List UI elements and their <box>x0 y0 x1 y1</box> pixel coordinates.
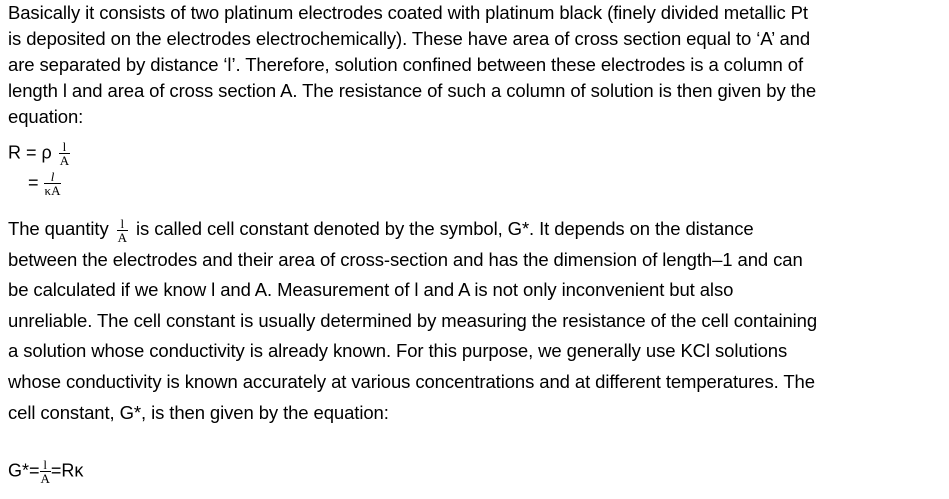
fraction-denominator: A <box>117 229 127 245</box>
fraction: l A <box>116 217 128 245</box>
equation-lhs: R = ρ <box>8 142 52 163</box>
text-line: length l and area of cross section A. Th… <box>8 80 817 101</box>
text-line: is deposited on the electrodes electroch… <box>8 28 811 49</box>
fraction-numerator: l <box>39 458 51 472</box>
equation-lhs: = <box>28 172 39 193</box>
equation-resistance: R = ρ l A <box>8 140 71 168</box>
fraction-denominator: κA <box>44 183 61 198</box>
document-page: Basically it consists of two platinum el… <box>8 0 943 485</box>
fraction-denominator: A <box>40 471 50 486</box>
fraction-numerator: l <box>43 170 62 184</box>
text-line: whose conductivity is known accurately a… <box>8 370 815 392</box>
fraction-numerator: l <box>116 217 128 231</box>
fraction-numerator: l <box>58 140 71 154</box>
text-line: equation: <box>8 106 84 127</box>
fraction: l A <box>58 140 71 168</box>
text-line: a solution whose conductivity is already… <box>8 340 788 362</box>
text-segment: The quantity <box>8 218 114 239</box>
paragraph-cell-constant: The quantity l A is called cell constant… <box>8 214 943 428</box>
fraction: l A <box>39 458 51 486</box>
text-line: unreliable. The cell constant is usually… <box>8 309 818 331</box>
text-line: cell constant, G*, is then given by the … <box>8 401 389 423</box>
equation-resistance-conductivity: = l κA <box>28 170 62 198</box>
paragraph-electrodes: Basically it consists of two platinum el… <box>8 0 943 130</box>
text-line: The quantity l A is called cell constant… <box>8 214 943 245</box>
equation-lhs: G*= <box>8 460 40 481</box>
fraction-denominator: A <box>59 153 70 168</box>
text-segment: is called cell constant denoted by the s… <box>130 218 754 239</box>
text-line: between the electrodes and their area of… <box>8 248 803 270</box>
fraction: l κA <box>43 170 62 198</box>
equation-rhs: =Rκ <box>50 460 84 481</box>
text-line: be calculated if we know l and A. Measur… <box>8 279 734 301</box>
equation-cell-constant: G*= l A =Rκ <box>8 458 83 485</box>
text-line: are separated by distance ‘l’. Therefore… <box>8 54 803 75</box>
text-line: Basically it consists of two platinum el… <box>8 2 808 23</box>
